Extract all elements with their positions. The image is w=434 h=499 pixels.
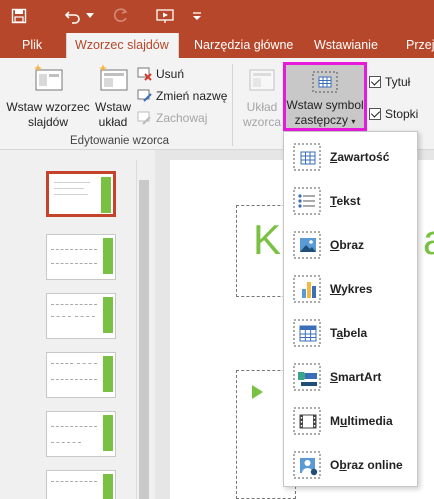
tab-insert[interactable]: Wstawianie — [306, 33, 386, 58]
menu-item-text-label: Tekst — [330, 194, 361, 208]
menu-item-smartart[interactable]: SmartArt — [284, 355, 417, 399]
menu-item-content-label: Zawartość — [330, 150, 390, 164]
table-placeholder-icon — [293, 319, 321, 347]
tab-home[interactable]: Narzędzia główne — [186, 33, 301, 58]
menu-item-table[interactable]: Tabela — [284, 311, 417, 355]
footers-checkbox-box[interactable] — [369, 108, 381, 120]
title-checkbox[interactable]: Tytuł — [369, 72, 410, 92]
menu-item-online-picture[interactable]: Obraz online — [284, 443, 417, 487]
insert-placeholder-label-1: Wstaw symbol — [286, 98, 364, 112]
slide-thumbnail-6[interactable] — [46, 470, 116, 499]
media-placeholder-icon — [293, 407, 321, 435]
insert-slide-master-button[interactable]: Wstaw wzorzec slajdów — [4, 62, 92, 130]
preserve-label: Zachowaj — [156, 111, 208, 125]
bullet-arrow-icon — [252, 385, 263, 399]
customize-qat-icon[interactable] — [186, 6, 208, 26]
menu-item-table-label: Tabela — [330, 326, 368, 340]
title-checkbox-label: Tytuł — [385, 75, 411, 89]
master-layout-label-1: Układ — [246, 100, 278, 114]
rename-icon — [137, 89, 152, 102]
slide-thumbnail-2[interactable] — [46, 234, 116, 280]
undo-dropdown-icon[interactable] — [84, 6, 96, 26]
menu-item-chart[interactable]: Wykres — [284, 267, 417, 311]
footers-checkbox-label: Stopki — [385, 107, 419, 121]
tab-transitions[interactable]: Przejś — [398, 33, 434, 58]
insert-placeholder-menu: Zawartość Tekst Obraz Wykres Tabela Smar… — [283, 131, 418, 487]
menu-item-online-picture-label: Obraz online — [330, 458, 403, 472]
menu-item-media-label: Multimedia — [330, 414, 393, 428]
insert-layout-button[interactable]: Wstaw układ — [92, 62, 134, 130]
delete-icon — [137, 67, 152, 81]
ribbon-tabs: Plik Wzorzec slajdów Narzędzia główne Ws… — [0, 33, 434, 58]
insert-layout-icon — [99, 64, 128, 91]
insert-placeholder-button[interactable]: Wstaw symbol zastępczy ▾ — [283, 62, 367, 131]
slide-thumbnail-3[interactable] — [46, 293, 116, 339]
insert-layout-label-2: układ — [98, 115, 128, 129]
picture-placeholder-icon — [293, 231, 321, 259]
redo-icon[interactable] — [110, 6, 132, 26]
chart-placeholder-icon — [293, 275, 321, 303]
slide-thumbnail-master[interactable] — [46, 171, 116, 217]
insert-placeholder-label-2: zastępczy — [294, 113, 348, 127]
preserve-button[interactable]: Zachowaj — [137, 108, 207, 128]
master-layout-icon — [249, 69, 275, 91]
insert-placeholder-icon-wrap — [286, 71, 364, 96]
tab-slide-master[interactable]: Wzorzec slajdów — [66, 33, 179, 58]
tab-file[interactable]: Plik — [14, 33, 50, 58]
save-icon[interactable] — [8, 6, 30, 26]
insert-slide-master-label-2: slajdów — [27, 115, 69, 129]
menu-item-media[interactable]: Multimedia — [284, 399, 417, 443]
group-label-edit-master: Edytowanie wzorca — [70, 135, 170, 147]
rename-button[interactable]: Zmień nazwę — [137, 86, 227, 106]
menu-item-smartart-label: SmartArt — [330, 370, 382, 384]
slide-thumbnail-4[interactable] — [46, 352, 116, 398]
master-layout-button[interactable]: Układ wzorca — [240, 62, 284, 130]
menu-item-text[interactable]: Tekst — [284, 179, 417, 223]
title-checkbox-box[interactable] — [369, 76, 381, 88]
online-picture-placeholder-icon — [293, 451, 321, 479]
menu-item-content[interactable]: Zawartość — [284, 135, 417, 179]
slide-thumbnail-5[interactable] — [46, 411, 116, 457]
group-separator — [232, 64, 233, 146]
text-placeholder-icon — [293, 187, 321, 215]
start-slideshow-icon[interactable] — [154, 6, 176, 26]
undo-icon[interactable] — [62, 6, 84, 26]
title-bar — [0, 0, 434, 33]
insert-placeholder-icon — [312, 71, 338, 93]
insert-placeholder-label-line2: zastępczy ▾ — [286, 113, 364, 129]
insert-layout-label-1: Wstaw — [95, 100, 131, 114]
delete-button[interactable]: Usuń — [137, 64, 184, 84]
content-placeholder-icon — [293, 143, 321, 171]
insert-slide-master-icon — [34, 64, 63, 91]
smartart-placeholder-icon — [293, 363, 321, 391]
menu-item-picture-label: Obraz — [330, 238, 365, 252]
menu-item-picture[interactable]: Obraz — [284, 223, 417, 267]
thumbnail-scrollbar-thumb[interactable] — [139, 180, 149, 499]
master-layout-label-2: wzorca — [242, 115, 281, 129]
rename-label: Zmień nazwę — [156, 89, 228, 103]
delete-label: Usuń — [156, 67, 185, 81]
slide-title-text-right: a — [423, 216, 434, 264]
insert-slide-master-label-1: Wstaw wzorzec — [6, 100, 90, 114]
dropdown-arrow-icon: ▾ — [351, 117, 356, 126]
menu-item-chart-label: Wykres — [330, 282, 373, 296]
footers-checkbox[interactable]: Stopki — [369, 104, 418, 124]
preserve-icon — [137, 111, 151, 125]
